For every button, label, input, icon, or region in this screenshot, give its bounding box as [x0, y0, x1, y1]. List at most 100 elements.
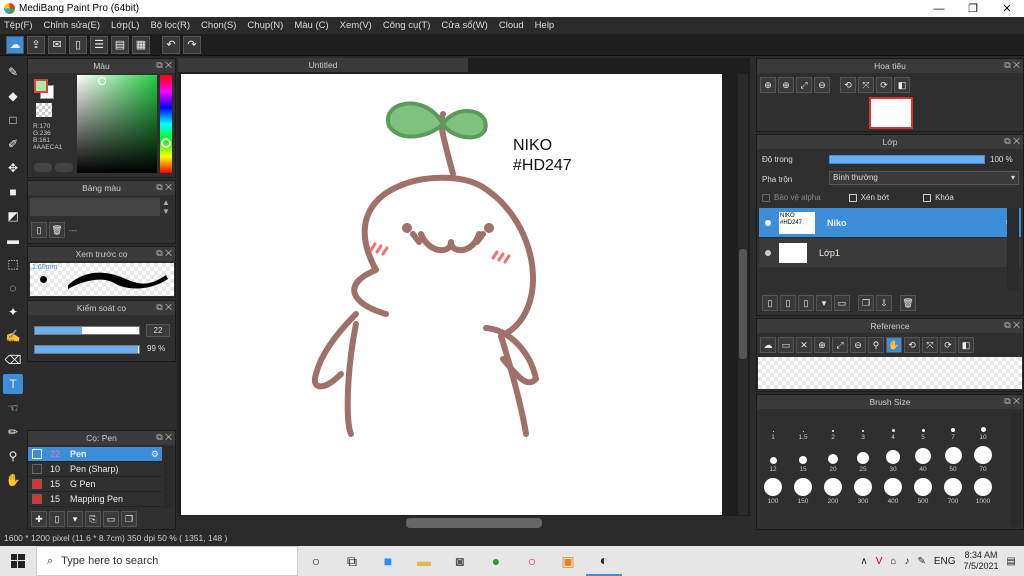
hue-handle[interactable]: [161, 138, 171, 148]
menu-select[interactable]: Chọn(S): [201, 20, 236, 31]
rotate-right-icon[interactable]: ⟳: [876, 77, 892, 93]
color-mode-toggle-a[interactable]: [34, 163, 52, 172]
select-eraser-icon[interactable]: ⌫: [3, 350, 23, 370]
flip-icon[interactable]: ◧: [894, 77, 910, 93]
language-indicator[interactable]: ENG: [934, 556, 956, 567]
panel-buttons[interactable]: ⧉ ✕: [156, 302, 172, 313]
vivaldi-tray-icon[interactable]: V: [876, 556, 883, 567]
vertical-scroll-thumb[interactable]: [739, 249, 747, 359]
primary-color-swatch[interactable]: [34, 79, 48, 93]
brush-size-option[interactable]: 700: [939, 475, 967, 505]
dot-tool-icon[interactable]: □: [3, 110, 23, 130]
brush-size-option[interactable]: 40: [909, 443, 937, 473]
rotate-right-icon[interactable]: ⟳: [940, 337, 956, 353]
page-settings-icon[interactable]: ☰: [90, 35, 108, 54]
menu-help[interactable]: Help: [535, 20, 555, 31]
panel-buttons[interactable]: ⧉ ✕: [1004, 60, 1020, 71]
pen-icon[interactable]: ✎: [917, 556, 925, 567]
taskbar-search[interactable]: ⌕ Type here to search: [36, 546, 298, 576]
lasso-tool-icon[interactable]: ◌: [3, 278, 23, 298]
brush-size-option[interactable]: 25: [849, 443, 877, 473]
panel-buttons[interactable]: ⧉ ✕: [156, 248, 172, 259]
merge-down-icon[interactable]: ⇩: [876, 295, 892, 311]
fit-icon[interactable]: ⤢: [796, 77, 812, 93]
blur-tool-icon[interactable]: ✐: [3, 134, 23, 154]
brush-list-scrollbar[interactable]: [164, 447, 174, 509]
medibang-taskbar-icon[interactable]: ◐: [586, 546, 622, 576]
zoom-out-icon[interactable]: ⊖: [814, 77, 830, 93]
rotate-reset-icon[interactable]: ⤧: [858, 77, 874, 93]
brush-size-option[interactable]: 150: [789, 475, 817, 505]
panel-buttons[interactable]: ⧉ ✕: [1004, 396, 1020, 407]
operation-tool-icon[interactable]: ☜: [3, 398, 23, 418]
panel-buttons[interactable]: ⧉ ✕: [1004, 320, 1020, 331]
brush-size-scrollbar[interactable]: [1011, 413, 1021, 527]
brush-size-option[interactable]: 30: [879, 443, 907, 473]
layer-list-scrollbar[interactable]: [1007, 208, 1019, 290]
eye-icon[interactable]: [765, 219, 771, 226]
select-pen-icon[interactable]: ✍: [3, 326, 23, 346]
zoom-in-icon[interactable]: ⊕: [814, 337, 830, 353]
brush-size-value[interactable]: 22: [146, 324, 170, 337]
brush-size-option[interactable]: 10: [969, 411, 997, 441]
chrome-icon[interactable]: ●: [478, 546, 514, 576]
zoom-in-plus-icon[interactable]: ⊕: [778, 77, 794, 93]
brush-size-option[interactable]: 500: [909, 475, 937, 505]
hand-tool-icon[interactable]: ✋: [3, 470, 23, 490]
navigator-thumbnail[interactable]: [869, 97, 913, 129]
delete-palette-icon[interactable]: 🗑: [49, 222, 65, 238]
menu-filter[interactable]: Bộ lọc(R): [150, 20, 190, 31]
blend-mode-select[interactable]: Bình thường ▾: [829, 171, 1019, 185]
flip-icon[interactable]: ◧: [958, 337, 974, 353]
zoom-in-icon[interactable]: ⊕: [760, 77, 776, 93]
horizontal-scroll-thumb[interactable]: [406, 518, 542, 528]
menu-edit[interactable]: Chỉnh sửa(E): [44, 20, 101, 31]
zoom-app-icon[interactable]: ■: [370, 546, 406, 576]
new-brush-icon[interactable]: ▯: [49, 511, 65, 527]
brush-size-option[interactable]: 5: [909, 411, 937, 441]
new-layer-icon[interactable]: ▯: [762, 295, 778, 311]
fit-icon[interactable]: ⤢: [832, 337, 848, 353]
brush-size-option[interactable]: 15: [789, 443, 817, 473]
move-tool-icon[interactable]: ✥: [3, 158, 23, 178]
duplicate-layer-icon[interactable]: ❐: [858, 295, 874, 311]
brush-size-option[interactable]: 300: [849, 475, 877, 505]
brush-size-option[interactable]: 2: [819, 411, 847, 441]
open-folder-icon[interactable]: ▭: [778, 337, 794, 353]
coccoc-icon[interactable]: ▣: [550, 546, 586, 576]
cloud-icon[interactable]: ☁: [6, 35, 24, 54]
windows-start-icon[interactable]: [0, 546, 36, 576]
share-icon[interactable]: ⇪: [27, 35, 45, 54]
rotate-left-icon[interactable]: ⟲: [840, 77, 856, 93]
gear-icon[interactable]: ⚙: [151, 449, 159, 460]
brush-size-option[interactable]: 7: [939, 411, 967, 441]
magic-wand-icon[interactable]: ✦: [3, 302, 23, 322]
fill-rect-icon[interactable]: ■: [3, 182, 23, 202]
color-mode-toggle-b[interactable]: [55, 163, 73, 172]
layer-opacity-slider[interactable]: [829, 155, 985, 164]
menu-window[interactable]: Cửa sổ(W): [441, 20, 487, 31]
close-icon[interactable]: ✕: [796, 337, 812, 353]
palette-scroll-arrows[interactable]: ▲ ▼: [162, 198, 170, 216]
eyedropper-icon[interactable]: ⚲: [3, 446, 23, 466]
hue-slider[interactable]: [160, 75, 172, 173]
canvas-vertical-scrollbar[interactable]: [738, 74, 748, 515]
opera-icon[interactable]: ○: [514, 546, 550, 576]
layer-menu-icon[interactable]: ▾: [816, 295, 832, 311]
brush-size-option[interactable]: 400: [879, 475, 907, 505]
saturation-value-square[interactable]: [77, 75, 157, 173]
minimize-button[interactable]: —: [922, 0, 956, 17]
select-tool-icon[interactable]: ⬚: [3, 254, 23, 274]
camera-icon[interactable]: ◙: [442, 546, 478, 576]
brush-size-option[interactable]: 1: [759, 411, 787, 441]
maximize-button[interactable]: ❐: [956, 0, 990, 17]
menu-view[interactable]: Xem(V): [340, 20, 372, 31]
brush-item-pen-sharp[interactable]: 10 Pen (Sharp): [28, 462, 162, 477]
canvas-horizontal-scrollbar[interactable]: [178, 516, 750, 530]
hand-icon[interactable]: ✋: [886, 337, 902, 353]
undo-icon[interactable]: ↶: [162, 35, 180, 54]
panel-buttons[interactable]: ⧉ ✕: [156, 182, 172, 193]
lock-checkbox[interactable]: [923, 193, 932, 202]
panel-buttons[interactable]: ⧉ ✕: [156, 60, 172, 71]
eyedropper-icon[interactable]: ⚲: [868, 337, 884, 353]
